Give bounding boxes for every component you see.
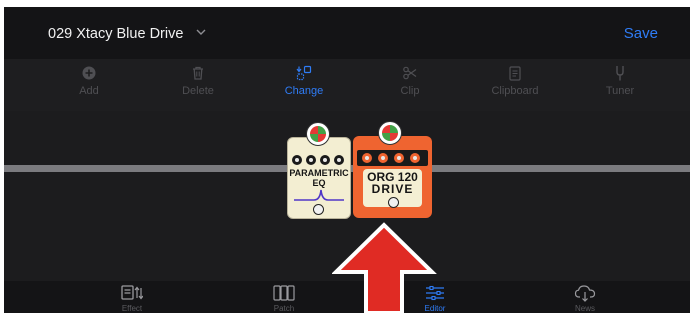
knob xyxy=(292,155,302,165)
drive-pedal-subname: DRIVE xyxy=(371,182,414,196)
footswitch xyxy=(313,204,324,215)
knob xyxy=(378,153,388,163)
clipboard-icon xyxy=(509,66,521,81)
edit-toolbar: Add Delete Change Clip Clipboard Tuner xyxy=(4,59,690,111)
eq-curve-graphic xyxy=(294,189,344,201)
effect-icon xyxy=(121,285,143,300)
clip-label: Clip xyxy=(400,85,420,97)
eq-pedal-name: PARAMETRIC xyxy=(289,168,349,178)
add-label: Add xyxy=(79,85,99,97)
chevron-down-icon[interactable] xyxy=(194,25,208,39)
change-icon xyxy=(296,65,312,81)
red-arrow-annotation xyxy=(332,222,437,313)
tuner-icon xyxy=(616,66,624,81)
knob xyxy=(394,153,404,163)
trash-icon xyxy=(193,66,203,80)
clipboard-button[interactable]: Clipboard xyxy=(480,59,550,111)
knob xyxy=(410,153,420,163)
knob xyxy=(306,155,316,165)
add-button[interactable]: Add xyxy=(54,59,124,111)
knob xyxy=(320,155,330,165)
tab-effect[interactable]: Effect xyxy=(92,281,172,313)
tab-patch[interactable]: Patch xyxy=(244,281,324,313)
eq-pedal-subname: EQ xyxy=(312,178,326,188)
tuner-label: Tuner xyxy=(605,85,635,97)
pedal-parametric-eq[interactable]: PARAMETRIC EQ xyxy=(287,137,351,219)
pedal-org-120-drive[interactable]: ORG 120 DRIVE xyxy=(353,136,432,218)
patch-name[interactable]: 029 Xtacy Blue Drive xyxy=(48,26,183,42)
tab-news[interactable]: News xyxy=(545,281,625,313)
header-bar: 029 Xtacy Blue Drive Save xyxy=(4,7,690,59)
tab-effect-label: Effect xyxy=(121,304,143,313)
change-label: Change xyxy=(284,85,324,97)
plus-circle-icon xyxy=(82,66,96,80)
clipboard-label: Clipboard xyxy=(491,85,539,97)
tuner-button[interactable]: Tuner xyxy=(585,59,655,111)
tab-news-label: News xyxy=(574,304,595,313)
save-button[interactable]: Save xyxy=(624,25,658,42)
knob xyxy=(362,153,372,163)
scissors-icon xyxy=(403,66,417,80)
tab-patch-label: Patch xyxy=(273,304,295,313)
footswitch xyxy=(388,197,399,208)
change-button[interactable]: Change xyxy=(269,59,339,111)
patch-icon xyxy=(273,285,295,301)
knob xyxy=(334,155,344,165)
cloud-download-icon xyxy=(574,285,596,302)
delete-label: Delete xyxy=(182,85,214,97)
delete-button[interactable]: Delete xyxy=(163,59,233,111)
clip-button[interactable]: Clip xyxy=(375,59,445,111)
drive-status-badge[interactable] xyxy=(378,121,402,145)
eq-status-badge[interactable] xyxy=(306,122,330,146)
